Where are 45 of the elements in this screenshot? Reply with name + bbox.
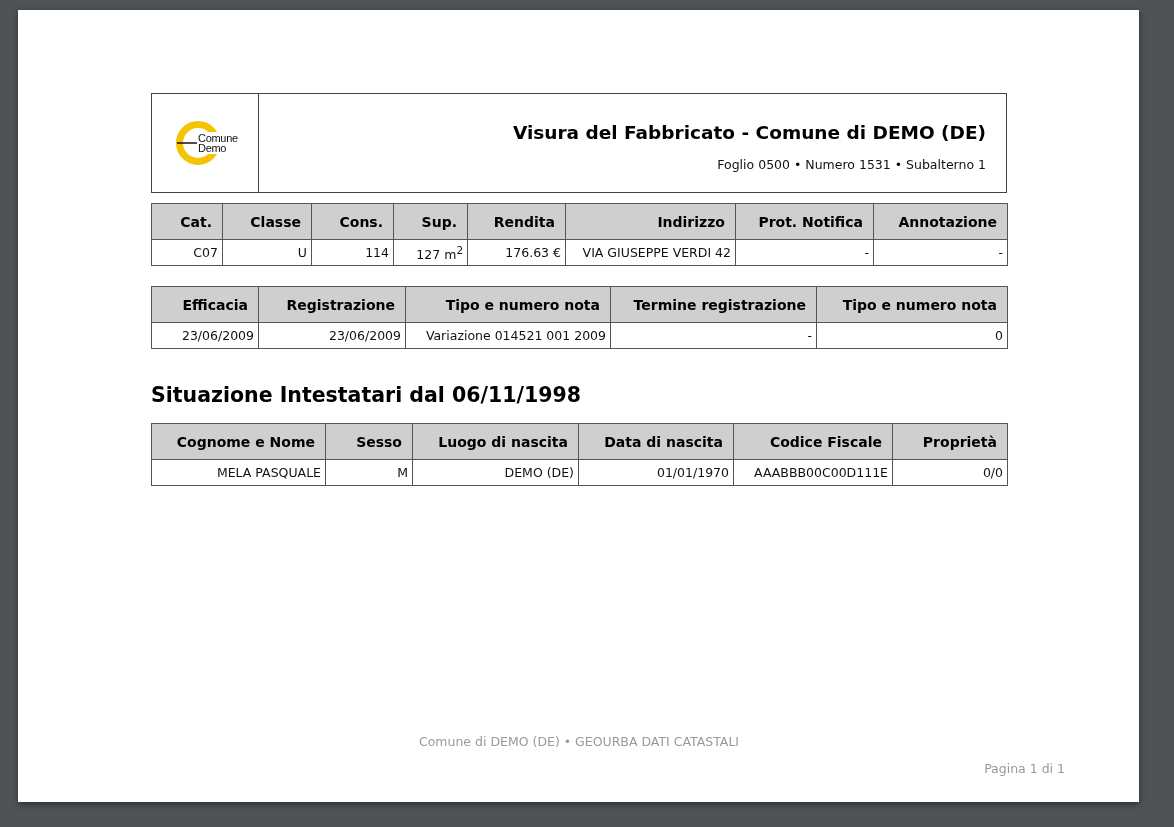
table-cell: VIA GIUSEPPE VERDI 42: [565, 239, 736, 266]
column-header: Indirizzo: [565, 203, 736, 240]
table-cell: 176.63 €: [467, 239, 566, 266]
column-header: Luogo di nascita: [412, 423, 579, 460]
column-header: Cat.: [151, 203, 223, 240]
table-cell: AAABBB00C00D111E: [733, 459, 893, 486]
table-cell: M: [325, 459, 413, 486]
table-cell: 114: [311, 239, 394, 266]
table-cell: -: [873, 239, 1008, 266]
footer-text: Comune di DEMO (DE) • GEOURBA DATI CATASTALI: [418, 734, 740, 749]
page-number: Pagina 1 di 1: [984, 761, 1065, 776]
column-header: Classe: [222, 203, 312, 240]
table-cell: 0/0: [892, 459, 1008, 486]
column-header: Sesso: [325, 423, 413, 460]
column-header: Registrazione: [258, 286, 406, 323]
column-header: Prot. Notifica: [735, 203, 874, 240]
logo-text: Demo: [198, 143, 228, 153]
column-header: Proprietà: [892, 423, 1008, 460]
column-header: Data di nascita: [578, 423, 734, 460]
column-header: Annotazione: [873, 203, 1008, 240]
table-cell: 23/06/2009: [151, 322, 259, 349]
table-cell: -: [610, 322, 817, 349]
table-cell: -: [735, 239, 874, 266]
table-cell: C07: [151, 239, 223, 266]
table-cell: 01/01/1970: [578, 459, 734, 486]
column-header: Cons.: [311, 203, 394, 240]
logo-text: Comune: [198, 133, 238, 143]
table-cell: U: [222, 239, 312, 266]
column-header: Tipo e numero nota: [405, 286, 611, 323]
table-cell: Variazione 014521 001 2009: [405, 322, 611, 349]
table-cell: 127 m$^{2}$: [393, 239, 468, 266]
document-title: Visura del Fabbricato - Comune di DEMO (DE): [512, 122, 986, 143]
document-subtitle: Foglio 0500 • Numero 1531 • Subalterno 1: [717, 157, 986, 172]
table-cell: 0: [816, 322, 1008, 349]
table-cell: MELA PASQUALE: [151, 459, 326, 486]
column-header: Codice Fiscale: [733, 423, 893, 460]
column-header: Termine registrazione: [610, 286, 817, 323]
column-header: Efficacia: [151, 286, 259, 323]
column-header: Rendita: [467, 203, 566, 240]
table-cell: DEMO (DE): [412, 459, 579, 486]
column-header: Sup.: [393, 203, 468, 240]
column-header: Cognome e Nome: [151, 423, 326, 460]
table-cell: 23/06/2009: [258, 322, 406, 349]
section-heading: Situazione Intestatari dal 06/11/1998: [151, 383, 583, 407]
column-header: Tipo e numero nota: [816, 286, 1008, 323]
